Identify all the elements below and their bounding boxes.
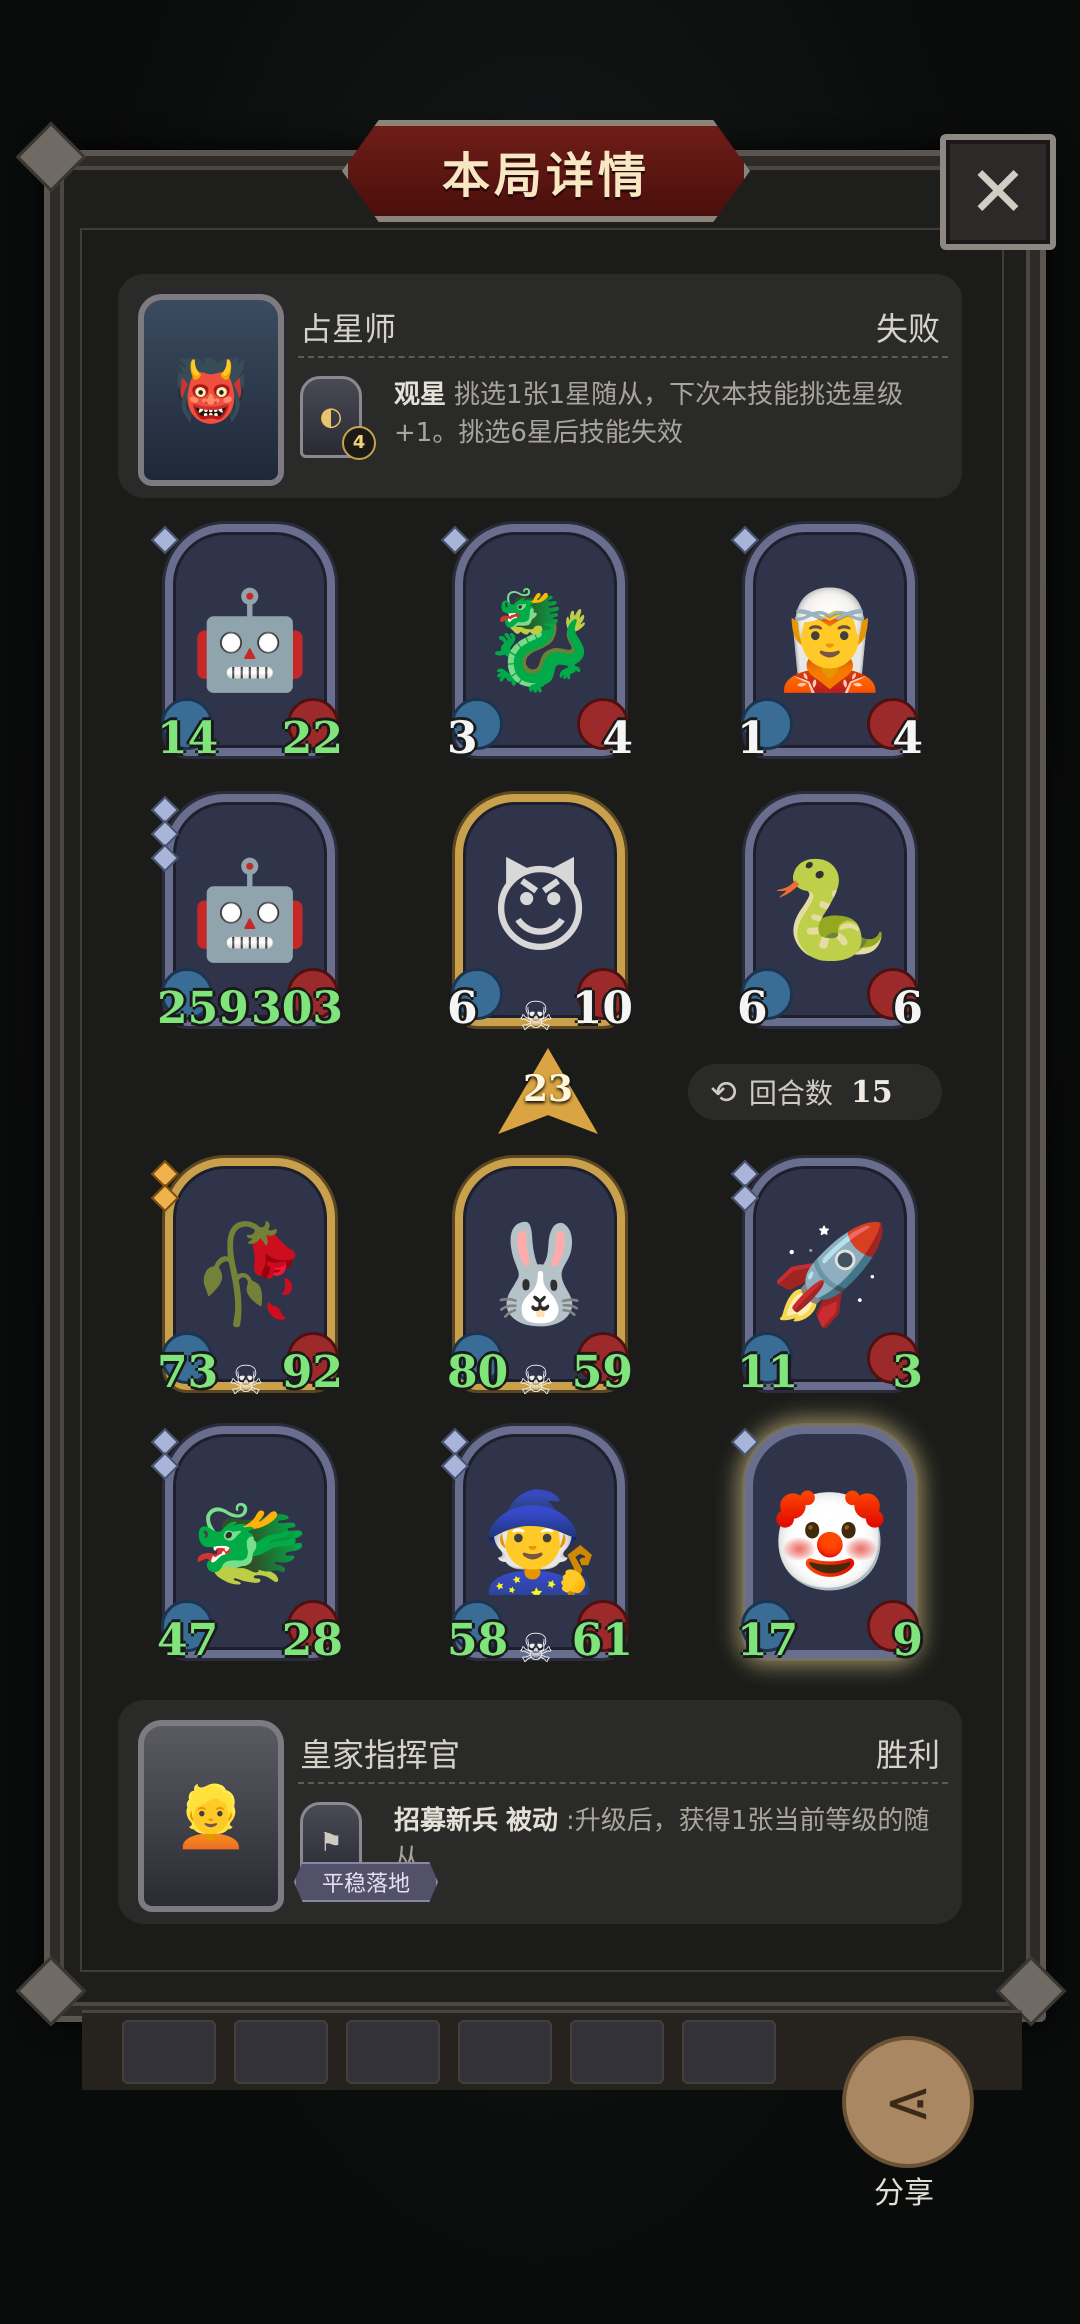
card-thumbnail (458, 2019, 552, 2084)
share-button[interactable]: ⋖ (842, 2036, 974, 2168)
minion-card[interactable]: 🧝 1 4 (730, 524, 923, 764)
rounds-value: 15 (850, 1074, 893, 1110)
minion-attack: 17 (737, 1615, 799, 1666)
hero-avatar-icon: 👹 (173, 355, 249, 426)
star-icon (730, 1183, 760, 1213)
star-rank (150, 525, 180, 555)
card-thumbnail (234, 2019, 328, 2084)
star-icon (150, 843, 180, 873)
page-title: 本局详情 (441, 148, 650, 204)
tier-value: 23 (522, 1068, 574, 1110)
minion-attack: 11 (737, 1347, 799, 1398)
close-button[interactable]: ✕ (940, 134, 1056, 250)
minion-card[interactable]: 🤖 14 22 (150, 524, 343, 764)
minion-health: 4 (602, 713, 633, 764)
minion-card[interactable]: 🐲 47 28 (150, 1426, 343, 1666)
deathrattle-icon: ☠ (228, 1358, 264, 1404)
minion-attack: 47 (157, 1615, 219, 1666)
minion-card[interactable]: 🥀 ☠ 73 92 (150, 1158, 343, 1404)
star-rank (440, 525, 470, 555)
player-result: 胜利 (875, 1736, 940, 1774)
star-rank (730, 525, 760, 555)
star-icon (150, 1183, 180, 1213)
star-icon (730, 525, 760, 555)
star-rank (440, 1427, 470, 1481)
divider (298, 1782, 948, 1784)
minion-health: 22 (281, 713, 343, 764)
card-thumbnail (570, 2019, 664, 2084)
deathrattle-icon: ☠ (518, 1358, 554, 1404)
minion-card[interactable]: 🐍 6 6 (737, 794, 923, 1034)
minion-attack: 1 (737, 713, 768, 764)
skill-description: 挑选1张1星随从，下次本技能挑选星级+1。挑选6星后技能失效 (394, 380, 904, 448)
star-rank (150, 1427, 180, 1481)
divider (298, 356, 948, 358)
minion-health: 61 (571, 1615, 633, 1666)
minion-attack: 58 (447, 1615, 509, 1666)
minion-attack: 73 (157, 1347, 219, 1398)
minion-health: 303 (251, 983, 343, 1034)
skill-type: 被动 (506, 1806, 559, 1836)
minion-card[interactable]: 🚀 11 3 (730, 1158, 923, 1398)
minion-health: 9 (892, 1615, 923, 1666)
minion-health: 92 (281, 1347, 343, 1398)
player-panel: 👱 皇家指挥官 胜利 ⚑ 招募新兵 被动:升级后，获得1张当前等级的随从 平稳落地 (118, 1700, 962, 1924)
star-icon (440, 525, 470, 555)
achievement-tag: 平稳落地 (294, 1862, 439, 1902)
title-banner: 本局详情 (342, 120, 750, 222)
rounds-counter: ⟲ 回合数 15 (688, 1064, 942, 1120)
minion-card[interactable]: 🤡 17 9 (730, 1426, 923, 1666)
star-icon (730, 1427, 760, 1457)
deathrattle-icon: ☠ (518, 1626, 554, 1672)
star-rank (150, 1159, 180, 1213)
opponent-hero-name: 占星师 (300, 310, 397, 348)
star-icon (150, 525, 180, 555)
close-icon: ✕ (968, 151, 1028, 233)
refresh-icon: ⟲ (710, 1073, 737, 1111)
star-rank (150, 795, 180, 873)
hero-avatar-icon: 👱 (173, 1781, 249, 1852)
minion-health: 59 (571, 1347, 633, 1398)
minion-card[interactable]: 🐉 3 4 (440, 524, 633, 764)
card-thumbnail (346, 2019, 440, 2084)
minion-attack: 3 (447, 713, 478, 764)
minion-health: 10 (571, 983, 633, 1034)
skill-level-badge: 4 (342, 426, 376, 460)
minion-attack: 14 (157, 713, 219, 764)
minion-attack: 6 (737, 983, 768, 1034)
minion-attack: 259 (157, 983, 249, 1034)
minion-health: 4 (892, 713, 923, 764)
skill-name: 观星 (394, 380, 447, 410)
card-thumbnail (122, 2019, 216, 2084)
minion-attack: 6 (447, 983, 478, 1034)
minion-health: 28 (281, 1615, 343, 1666)
minion-health: 6 (892, 983, 923, 1034)
card-thumbnail (682, 2019, 776, 2084)
star-icon (440, 1451, 470, 1481)
share-icon: ⋖ (883, 2068, 933, 2136)
star-rank (730, 1159, 760, 1213)
share-label: 分享 (874, 2176, 934, 2211)
opponent-skill-text: 观星 挑选1张1星随从，下次本技能挑选星级+1。挑选6星后技能失效 (394, 376, 934, 452)
minion-card[interactable]: 🐰 ☠ 80 59 (447, 1158, 633, 1404)
minion-health: 3 (892, 1347, 923, 1398)
skill-name: 招募新兵 (394, 1806, 499, 1836)
minion-card[interactable]: 😈 ☠ 6 10 (447, 794, 633, 1040)
opponent-result: 失败 (875, 310, 940, 348)
opponent-panel: 👹 占星师 失败 ◐ 4 观星 挑选1张1星随从，下次本技能挑选星级+1。挑选6星… (118, 274, 962, 498)
opponent-hero-portrait[interactable]: 👹 (138, 294, 284, 486)
minion-attack: 80 (447, 1347, 509, 1398)
minion-card[interactable]: 🧙 ☠ 58 61 (440, 1426, 633, 1672)
star-rank (730, 1427, 760, 1457)
minion-card[interactable]: 🤖 259 303 (150, 794, 343, 1034)
player-skill-text: 招募新兵 被动:升级后，获得1张当前等级的随从 (394, 1802, 934, 1878)
player-hero-name: 皇家指挥官 (300, 1736, 461, 1774)
player-hero-portrait[interactable]: 👱 (138, 1720, 284, 1912)
rounds-label: 回合数 (748, 1077, 833, 1110)
star-icon (150, 1451, 180, 1481)
deathrattle-icon: ☠ (518, 994, 554, 1040)
